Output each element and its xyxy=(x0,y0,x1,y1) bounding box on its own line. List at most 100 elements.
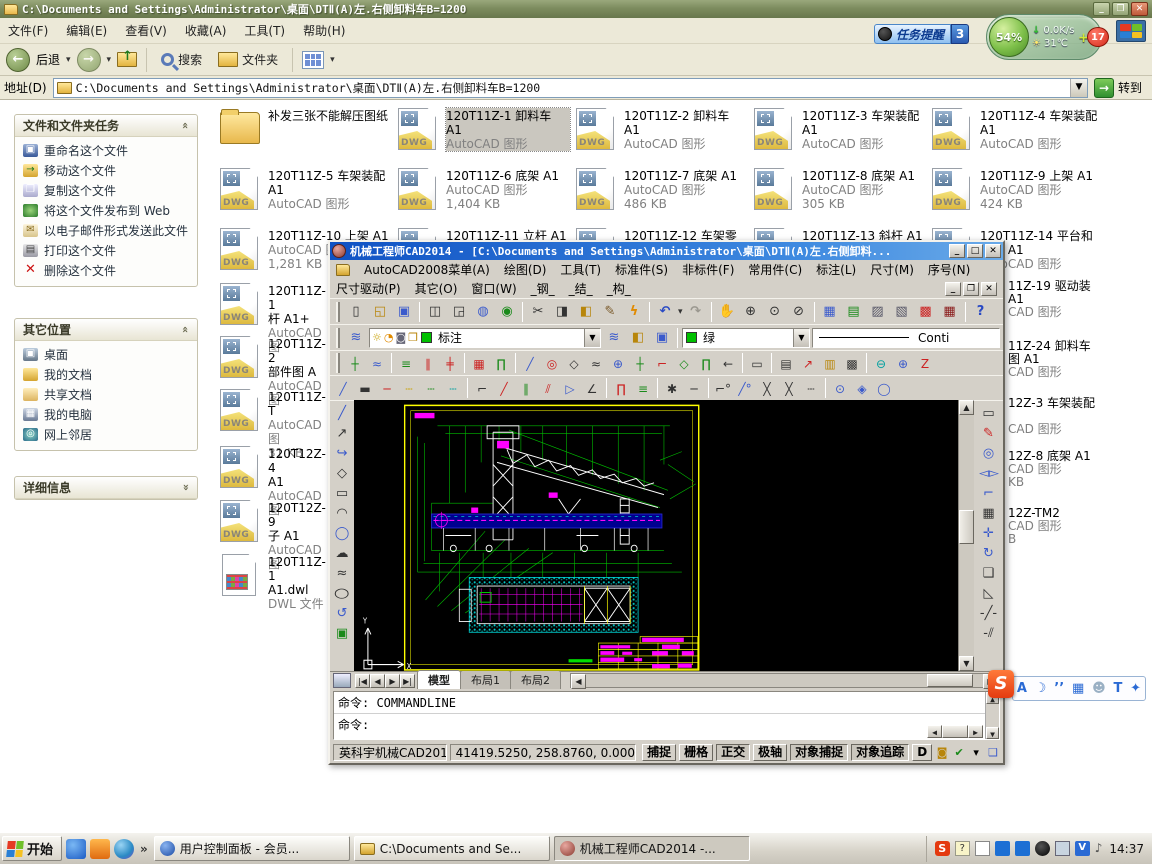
paste-icon[interactable] xyxy=(575,301,597,322)
polyline-wave-icon[interactable]: ≈ xyxy=(367,353,387,373)
cross-2-icon[interactable]: ╳ xyxy=(779,378,799,398)
zoom-window-icon[interactable] xyxy=(763,301,786,322)
line-tool-icon[interactable]: ╱ xyxy=(520,353,540,373)
dim-style-icon[interactable]: ▥ xyxy=(820,353,840,373)
sogou-logo-icon[interactable]: S xyxy=(988,670,1014,698)
file-tasks-header[interactable]: 文件和文件夹任务 « xyxy=(15,115,197,137)
file-tile-fragment[interactable]: 11Z-19 驱动装 A1 CAD 图形 xyxy=(1008,280,1150,319)
tab-first-icon[interactable]: |◀ xyxy=(355,674,370,688)
extend-icon[interactable]: -⫽ xyxy=(978,623,999,643)
undo-icon[interactable] xyxy=(654,301,676,322)
array-icon[interactable]: ▦ xyxy=(978,503,999,523)
task-copy[interactable]: ❐ 复制这个文件 xyxy=(23,184,191,198)
cad-menu-size[interactable]: 尺寸(M) xyxy=(870,261,914,278)
search-button[interactable]: 搜索 xyxy=(156,49,207,70)
file-tile-dwg[interactable]: DWG 120T11Z-3 车架装配 A1 AutoCAD 图形 xyxy=(754,108,930,151)
file-tile-dwg[interactable]: DWG 120T11Z-9 上架 A1 AutoCAD 图形 424 KB xyxy=(932,168,1108,211)
cad-minimize-button[interactable]: _ xyxy=(949,244,965,258)
parallel-icon[interactable]: ∥ xyxy=(418,353,438,373)
cad-menu-other[interactable]: 其它(O) xyxy=(415,280,458,297)
mdi-restore-button[interactable]: ❐ xyxy=(963,281,979,296)
tab-next-icon[interactable]: ▶ xyxy=(385,674,400,688)
sogou-user-icon[interactable]: ☻ xyxy=(1092,681,1106,696)
pi-red-icon[interactable]: ∏ xyxy=(611,378,631,398)
address-dropdown-icon[interactable]: ▼ xyxy=(1069,78,1087,97)
cad-menu-window[interactable]: 窗口(W) xyxy=(471,280,516,297)
color-dropdown-icon[interactable]: ▼ xyxy=(793,328,809,347)
line-dash-yellow-icon[interactable]: ┄ xyxy=(399,378,419,398)
model-space-icon[interactable]: ❑ xyxy=(986,745,1000,761)
table-icon[interactable]: ∏ xyxy=(491,353,511,373)
task-rename[interactable]: ▣ 重命名这个文件 xyxy=(23,144,191,158)
file-tile-dwg[interactable]: DWG 120T11Z-8 底架 A1 AutoCAD 图形 305 KB xyxy=(754,168,930,211)
cmd-scroll-right-icon[interactable]: ▶ xyxy=(968,725,983,738)
leader-icon[interactable]: ⌐ xyxy=(652,353,672,373)
circle-icon[interactable]: ◯ xyxy=(874,378,894,398)
open-file-icon[interactable] xyxy=(369,301,391,322)
cad-maximize-button[interactable]: □ xyxy=(967,244,983,258)
trim-icon[interactable]: -╱- xyxy=(978,603,999,623)
cmd-scroll-left-icon[interactable]: ◀ xyxy=(927,725,942,738)
cad-menu-draw[interactable]: 绘图(D) xyxy=(504,261,547,278)
tray-doc-icon[interactable] xyxy=(974,841,990,856)
line-dash-cyan-icon[interactable]: ┄ xyxy=(443,378,463,398)
place-my-documents[interactable]: 我的文档 xyxy=(23,368,191,382)
tab-model[interactable]: 模型 xyxy=(417,670,461,689)
dim-center-icon[interactable]: ⊖ xyxy=(871,353,891,373)
ortho-toggle[interactable]: 正交 xyxy=(716,744,751,761)
back-label[interactable]: 后退 xyxy=(36,51,60,68)
cad-menu-gou[interactable]: _构_ xyxy=(607,280,631,297)
task-reminder-widget[interactable]: 任务提醒 3 xyxy=(874,24,970,44)
insert-point-icon[interactable]: ⊕ xyxy=(608,353,628,373)
linetype-combo[interactable]: Conti xyxy=(812,327,1000,348)
polar-toggle[interactable]: 极轴 xyxy=(753,744,788,761)
file-tile-dwg[interactable]: DWG 120T11Z-1 卸料车 A1 AutoCAD 图形 xyxy=(398,107,574,152)
tab-last-icon[interactable]: ▶| xyxy=(400,674,415,688)
menu-file[interactable]: 文件(F) xyxy=(8,22,48,39)
circle-tool-icon[interactable]: ◯ xyxy=(331,523,353,543)
diamond-node-icon[interactable]: ◈ xyxy=(852,378,872,398)
node-link-icon[interactable]: ⌐° xyxy=(713,378,733,398)
spline-icon[interactable]: ≈ xyxy=(331,563,353,583)
insert-block-icon[interactable]: ▣ xyxy=(331,623,353,643)
start-button[interactable]: 开始 xyxy=(2,836,63,861)
taskbar-clock[interactable]: 14:37 xyxy=(1107,842,1144,856)
menu-tools[interactable]: 工具(T) xyxy=(244,22,285,39)
lock-icon[interactable]: ◙ xyxy=(935,745,949,761)
new-file-icon[interactable] xyxy=(345,301,367,322)
properties-icon[interactable] xyxy=(866,301,889,322)
details-header[interactable]: 详细信息 « xyxy=(15,477,197,499)
print-icon[interactable] xyxy=(424,301,446,322)
slash-pair-icon[interactable]: ⫽ xyxy=(538,378,558,398)
arrow-left-icon[interactable]: ← xyxy=(718,353,738,373)
redo-icon[interactable] xyxy=(684,301,707,322)
angle-icon[interactable]: ∠ xyxy=(582,378,602,398)
layer-previous-icon[interactable]: ≋ xyxy=(603,327,625,348)
hatch-icon[interactable]: ▦ xyxy=(469,353,489,373)
color-combo[interactable]: 绿 ▼ xyxy=(682,327,810,348)
cad-menu-steel[interactable]: _钢_ xyxy=(531,280,555,297)
layer-dropdown-icon[interactable]: ▼ xyxy=(584,328,600,347)
place-network[interactable]: ◎ 网上邻居 xyxy=(23,428,191,442)
cad-close-button[interactable]: ✕ xyxy=(985,244,1001,258)
back-dropdown-icon[interactable]: ▾ xyxy=(66,55,71,65)
toolbar-grip[interactable] xyxy=(336,327,340,348)
menu-help[interactable]: 帮助(H) xyxy=(303,22,345,39)
layer-plot-icon[interactable]: ❐ xyxy=(408,331,418,344)
ellipse-arc-icon[interactable]: ↺ xyxy=(331,603,353,623)
scroll-left-icon[interactable]: ◀ xyxy=(571,674,586,689)
task-email[interactable]: ✉ 以电子邮件形式发送此文件 xyxy=(23,224,191,238)
cross-1-icon[interactable]: ╳ xyxy=(757,378,777,398)
layer-on-icon[interactable]: ☼ xyxy=(372,331,382,344)
tray-app-icon[interactable] xyxy=(1014,841,1030,856)
rectangle-tool-icon[interactable]: ▭ xyxy=(747,353,767,373)
toolbar-grip[interactable] xyxy=(336,353,340,373)
file-tile-dwg[interactable]: DWG 120T11Z-5 车架装配 A1 AutoCAD 图形 xyxy=(220,168,396,211)
taskbar-item-explorer[interactable]: C:\Documents and Se... xyxy=(353,836,550,861)
sogou-skin-icon[interactable]: T xyxy=(1113,681,1122,696)
mirror-icon[interactable]: ◅▻ xyxy=(978,463,999,483)
spline-tool-icon[interactable]: ≈ xyxy=(586,353,606,373)
tool-palettes-icon[interactable] xyxy=(842,301,865,322)
line-angle-icon[interactable]: ╱ xyxy=(494,378,514,398)
scale-icon[interactable]: ❑ xyxy=(978,563,999,583)
